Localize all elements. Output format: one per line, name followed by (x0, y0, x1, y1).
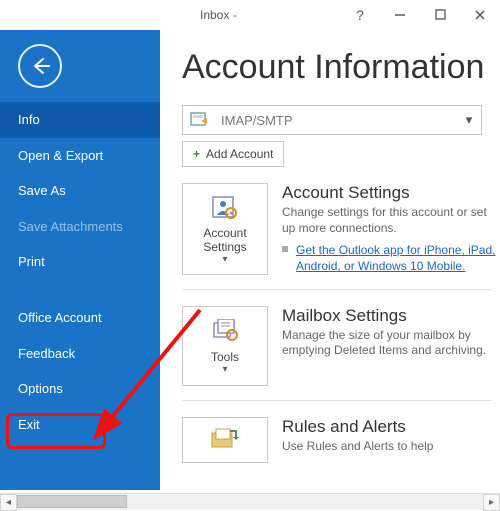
section-heading: Mailbox Settings (282, 306, 496, 326)
add-account-button[interactable]: + Add Account (182, 141, 284, 167)
backstage-sidebar: Info Open & Export Save As Save Attachme… (0, 30, 160, 490)
sidebar-item-label: Feedback (18, 346, 75, 361)
sidebar-item-info[interactable]: Info (0, 102, 160, 138)
sidebar-item-office-account[interactable]: Office Account (0, 300, 160, 336)
horizontal-scrollbar[interactable]: ◂ ▸ (0, 493, 500, 510)
section-description: Manage the size of your mailbox by empty… (282, 328, 496, 359)
help-button[interactable]: ? (340, 0, 380, 30)
sidebar-item-label: Save As (18, 183, 66, 198)
sidebar-item-label: Print (18, 254, 45, 269)
minimize-button[interactable] (380, 0, 420, 30)
scroll-track[interactable] (17, 494, 483, 511)
sidebar-item-open-export[interactable]: Open & Export (0, 138, 160, 174)
chevron-down-icon: ▾ (222, 364, 227, 375)
sidebar-item-label: Save Attachments (18, 219, 123, 234)
button-label: Tools (211, 350, 239, 364)
sidebar-item-options[interactable]: Options (0, 371, 160, 407)
plus-icon: + (193, 147, 200, 161)
account-type-label: IMAP/SMTP (217, 113, 457, 128)
chevron-down-icon: ▾ (222, 254, 227, 265)
page-title: Account Information (160, 30, 500, 105)
section-description: Change settings for this account or set … (282, 205, 496, 236)
section-heading: Rules and Alerts (282, 417, 496, 437)
bullet-icon (282, 246, 288, 252)
sidebar-item-label: Office Account (18, 310, 102, 325)
titlebar: Inbox - ? (0, 0, 500, 30)
account-dropdown[interactable]: IMAP/SMTP ▾ (182, 105, 482, 135)
section-heading: Account Settings (282, 183, 496, 203)
sidebar-item-exit[interactable]: Exit (0, 407, 160, 443)
button-label: Account Settings (187, 226, 263, 254)
scroll-right-button[interactable]: ▸ (483, 494, 500, 511)
section-description: Use Rules and Alerts to help (282, 439, 496, 455)
account-settings-icon (210, 194, 240, 222)
sidebar-item-label: Open & Export (18, 148, 103, 163)
mailbox-icon (183, 111, 217, 129)
add-account-label: Add Account (206, 147, 273, 161)
tools-icon (210, 318, 240, 346)
sidebar-item-label: Exit (18, 417, 40, 432)
get-app-link[interactable]: Get the Outlook app for iPhone, iPad, An… (296, 242, 496, 274)
back-button[interactable] (18, 44, 62, 88)
sidebar-item-print[interactable]: Print (0, 244, 160, 280)
sidebar-item-feedback[interactable]: Feedback (0, 336, 160, 372)
sidebar-item-save-as[interactable]: Save As (0, 173, 160, 209)
main-content: Account Information IMAP/SMTP ▾ + Add Ac… (160, 30, 500, 490)
arrow-left-icon (29, 55, 51, 77)
rules-icon (210, 424, 240, 452)
account-settings-button[interactable]: Account Settings ▾ (182, 183, 268, 275)
window-title: Inbox - (0, 8, 340, 22)
scroll-left-button[interactable]: ◂ (0, 494, 17, 511)
sidebar-item-label: Info (18, 112, 40, 127)
sidebar-item-label: Options (18, 381, 63, 396)
close-button[interactable] (460, 0, 500, 30)
chevron-down-icon: ▾ (457, 112, 481, 128)
scroll-thumb[interactable] (17, 495, 127, 508)
maximize-button[interactable] (420, 0, 460, 30)
rules-button[interactable] (182, 417, 268, 463)
tools-button[interactable]: Tools ▾ (182, 306, 268, 386)
sidebar-item-save-attachments: Save Attachments (0, 209, 160, 245)
